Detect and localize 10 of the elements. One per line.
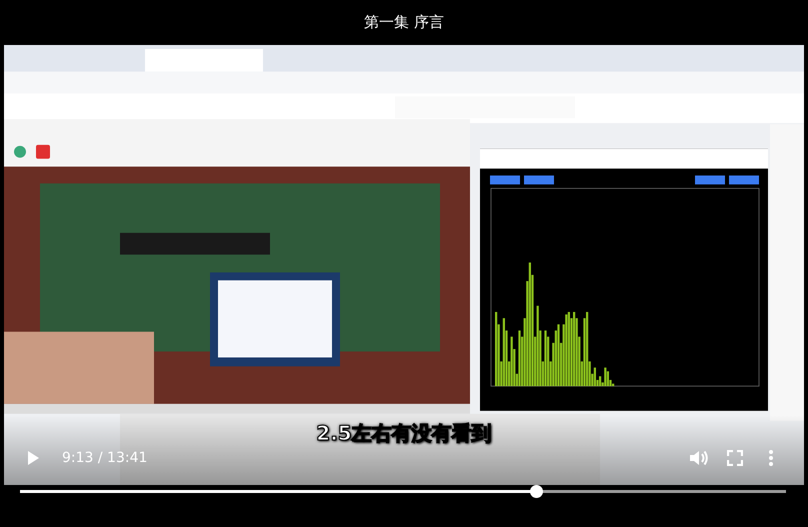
circle-icon	[14, 146, 26, 158]
volume-icon[interactable]	[689, 449, 709, 467]
more-options-icon[interactable]	[768, 449, 774, 467]
progress-handle[interactable]	[530, 485, 543, 498]
subtitle-caption: 2.5左右有没有看到	[316, 420, 492, 447]
play-icon[interactable]	[26, 450, 40, 466]
fullscreen-icon[interactable]	[727, 450, 743, 466]
square-icon	[36, 144, 50, 159]
playback-time: 9:13 / 13:41	[62, 450, 148, 466]
video-title: 第一集 序言	[364, 13, 444, 32]
